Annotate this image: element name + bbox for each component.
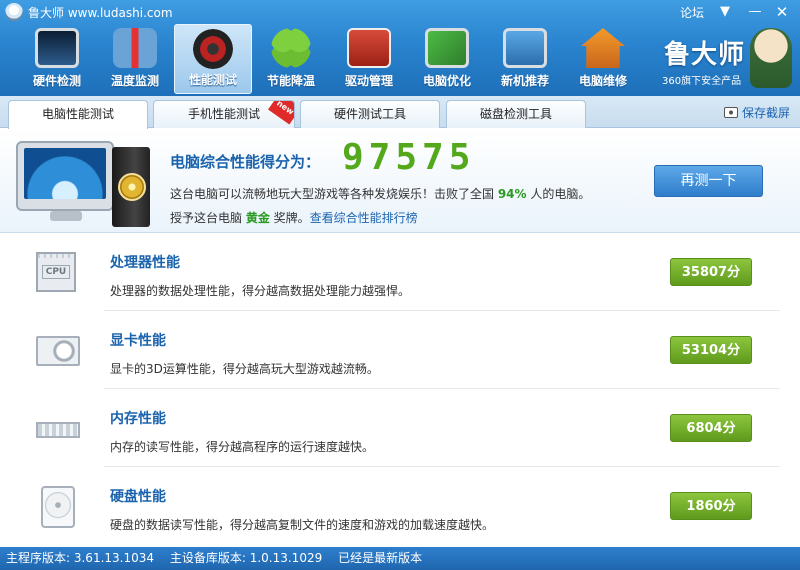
- total-score: 97575: [342, 137, 476, 178]
- nav-label: 驱动管理: [344, 74, 393, 88]
- brand-name: 鲁大师: [664, 40, 746, 70]
- row-title: 硬盘性能: [110, 489, 166, 505]
- award-medal: 黄金: [245, 211, 270, 225]
- hard-disk-icon: [41, 486, 75, 528]
- clover-icon: [271, 28, 311, 68]
- monitor-magnifier-icon: [35, 28, 79, 68]
- tab-disk-tools[interactable]: 磁盘检测工具: [446, 100, 586, 128]
- beat-percent: 94%: [497, 187, 527, 201]
- tab-bar: 电脑性能测试 手机性能测试 new 硬件测试工具 磁盘检测工具: [0, 96, 800, 129]
- tab-label: 手机性能测试: [187, 107, 260, 121]
- tab-pc-performance[interactable]: 电脑性能测试: [8, 100, 148, 129]
- nav-label: 性能测试: [188, 73, 237, 87]
- house-repair-icon: [581, 28, 625, 68]
- tab-label: 磁盘检测工具: [479, 107, 552, 121]
- speed-gauge-icon: [193, 29, 233, 69]
- brand-logo: 鲁大师 360旗下安全产品: [658, 28, 798, 92]
- update-status: 已经是最新版本: [338, 551, 423, 565]
- nav-energy-saving[interactable]: 节能降温: [252, 24, 330, 94]
- device-db-version: 主设备库版本: 1.0.13.1029: [169, 551, 323, 565]
- forum-link[interactable]: 论坛: [680, 4, 704, 21]
- tab-phone-performance[interactable]: 手机性能测试 new: [153, 100, 295, 128]
- monitor-icon: [16, 141, 114, 211]
- cpu-icon: CPU: [36, 252, 76, 292]
- score-description: 这台电脑可以流畅地玩大型游戏等各种发烧娱乐！击败了全国 94% 人的电脑。: [170, 185, 590, 202]
- app-title: 鲁大师 www.ludashi.com: [28, 6, 173, 20]
- ranking-link[interactable]: 查看综合性能排行榜: [310, 211, 418, 225]
- nav-label: 新机推荐: [500, 74, 549, 88]
- memory-stick-icon: [36, 422, 80, 438]
- retest-button[interactable]: 再测一下: [654, 165, 763, 197]
- gold-medal-icon: [118, 173, 146, 201]
- row-title: 显卡性能: [110, 333, 166, 349]
- component-scores: CPU 处理器性能 处理器的数据处理性能，得分越高数据处理能力越强悍。 3580…: [0, 234, 800, 547]
- save-screenshot-label: 保存截屏: [742, 106, 791, 120]
- graphics-card-icon: [36, 336, 80, 366]
- nav-label: 硬件检测: [32, 74, 81, 88]
- main-version: 主程序版本: 3.61.13.1034: [6, 551, 155, 565]
- score-desc-text: 这台电脑可以流畅地玩大型游戏等各种发烧娱乐！击败了全国: [170, 187, 498, 201]
- memory-score-badge: 6804分: [670, 414, 752, 442]
- menu-dropdown-icon[interactable]: ▼: [714, 2, 736, 22]
- nav-temperature[interactable]: 温度监测: [96, 24, 174, 94]
- row-cpu: CPU 处理器性能 处理器的数据处理性能，得分越高数据处理能力越强悍。 3580…: [0, 234, 800, 311]
- title-bar: 鲁大师 www.ludashi.com 论坛 ▼ — ✕: [0, 0, 800, 24]
- save-screenshot-button[interactable]: 保存截屏: [724, 104, 790, 121]
- top-bar: 鲁大师 www.ludashi.com 论坛 ▼ — ✕ 硬件检测 温度监测 性…: [0, 0, 800, 96]
- nav-label: 节能降温: [266, 74, 315, 88]
- row-description: 显卡的3D运算性能，得分越高玩大型游戏越流畅。: [110, 362, 379, 376]
- new-badge: new: [268, 101, 294, 125]
- nav-pc-repair[interactable]: 电脑维修: [564, 24, 642, 94]
- minimize-icon[interactable]: —: [744, 2, 766, 22]
- row-description: 内存的读写性能，得分越高程序的运行速度越快。: [110, 440, 375, 454]
- camera-icon: [724, 107, 738, 118]
- award-text: 奖牌。: [269, 211, 310, 225]
- disk-score-badge: 1860分: [670, 492, 752, 520]
- main-nav: 硬件检测 温度监测 性能测试 节能降温 驱动管理 电脑优化 新机推荐 电脑维修: [18, 24, 642, 94]
- row-gpu: 显卡性能 显卡的3D运算性能，得分越高玩大型游戏越流畅。 53104分: [0, 312, 800, 389]
- cpu-icon-label: CPU: [41, 265, 71, 279]
- close-icon[interactable]: ✕: [771, 2, 793, 22]
- app-logo-icon: [5, 3, 23, 21]
- pc-gauge-illustration: [16, 137, 156, 227]
- nav-new-pc-recommend[interactable]: 新机推荐: [486, 24, 564, 94]
- row-title: 处理器性能: [110, 255, 180, 271]
- score-title: 电脑综合性能得分为：: [170, 153, 321, 171]
- row-title: 内存性能: [110, 411, 166, 427]
- row-disk: 硬盘性能 硬盘的数据读写性能，得分越高复制文件的速度和游戏的加载速度越快。 18…: [0, 468, 800, 545]
- new-pc-award-icon: [503, 28, 547, 68]
- optimize-screen-icon: [425, 28, 469, 68]
- brand-subtitle: 360旗下安全产品: [662, 76, 742, 87]
- tab-label: 硬件测试工具: [333, 107, 406, 121]
- cpu-score-badge: 35807分: [670, 258, 752, 286]
- award-text: 授予这台电脑: [170, 211, 246, 225]
- award-line: 授予这台电脑 黄金 奖牌。查看综合性能排行榜: [170, 209, 418, 226]
- gpu-score-badge: 53104分: [670, 336, 752, 364]
- row-memory: 内存性能 内存的读写性能，得分越高程序的运行速度越快。 6804分: [0, 390, 800, 467]
- nav-label: 电脑优化: [422, 74, 471, 88]
- score-summary: 电脑综合性能得分为： 97575 这台电脑可以流畅地玩大型游戏等各种发烧娱乐！击…: [0, 129, 800, 233]
- status-bar: 主程序版本: 3.61.13.1034 主设备库版本: 1.0.13.1029 …: [0, 547, 800, 570]
- mascot-icon: [750, 28, 792, 88]
- nav-label: 电脑维修: [578, 74, 627, 88]
- tab-hardware-tools[interactable]: 硬件测试工具: [300, 100, 440, 128]
- driver-chip-icon: [347, 28, 391, 68]
- nav-driver-management[interactable]: 驱动管理: [330, 24, 408, 94]
- score-desc-text: 人的电脑。: [526, 187, 591, 201]
- row-description: 处理器的数据处理性能，得分越高数据处理能力越强悍。: [110, 284, 411, 298]
- row-description: 硬盘的数据读写性能，得分越高复制文件的速度和游戏的加载速度越快。: [110, 518, 495, 532]
- nav-performance-test[interactable]: 性能测试: [174, 24, 252, 94]
- nav-hardware-detect[interactable]: 硬件检测: [18, 24, 96, 94]
- thermometer-icon: [113, 28, 157, 68]
- nav-pc-optimize[interactable]: 电脑优化: [408, 24, 486, 94]
- tab-label: 电脑性能测试: [41, 107, 114, 121]
- nav-label: 温度监测: [110, 74, 159, 88]
